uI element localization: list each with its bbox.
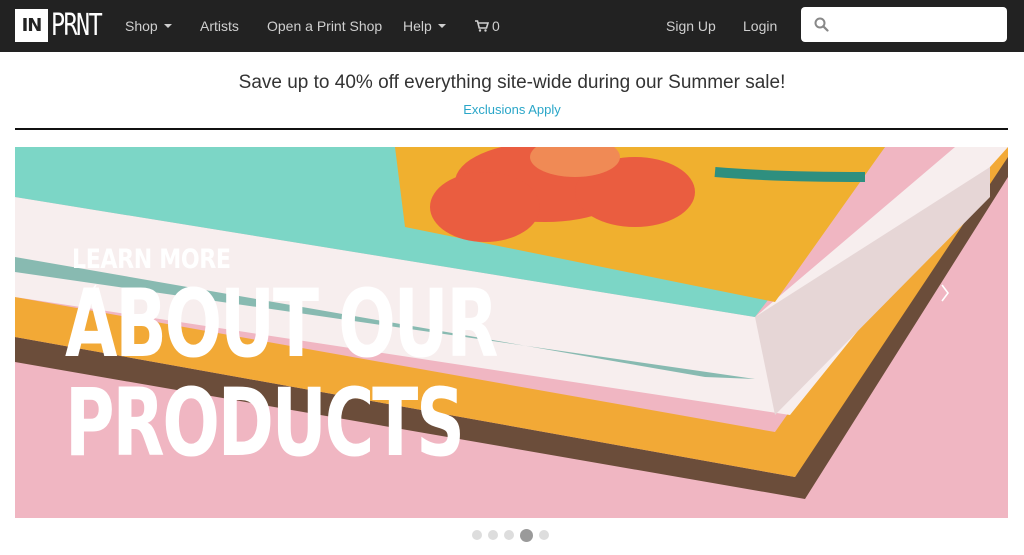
search-icon (814, 17, 829, 32)
promo-banner-text: Save up to 40% off everything site-wide … (238, 72, 786, 93)
nav-login-label: Login (743, 18, 778, 34)
nav-open-print-shop-link[interactable]: Open a Print Shop (267, 0, 382, 52)
nav-help-label: Help (403, 18, 432, 34)
cart-count: 0 (492, 18, 500, 34)
nav-login-link[interactable]: Login (743, 0, 777, 52)
nav-artists-link[interactable]: Artists (200, 0, 239, 52)
nav-artists-label: Artists (200, 18, 239, 34)
nav-cart-link[interactable]: 0 (475, 0, 500, 52)
carousel-dot[interactable] (520, 528, 533, 542)
carousel-dot[interactable] (504, 530, 514, 540)
carousel-indicators (472, 528, 555, 542)
carousel-dot[interactable] (472, 530, 482, 540)
hero-headline-line-2: PRODUCTS (65, 369, 465, 478)
promo-divider (15, 128, 1008, 130)
logo-prnt-text: PRNT (51, 8, 103, 43)
top-navbar: IN PRNT Shop Artists Open a Print Shop H… (0, 0, 1024, 52)
hero-headline-line-1: ABOUT OUR (65, 270, 499, 379)
hero-carousel-slide[interactable]: LEARN MORE ABOUT OUR PRODUCTS (15, 147, 1008, 518)
nav-shop-dropdown[interactable]: Shop (125, 0, 172, 52)
caret-down-icon (437, 24, 446, 28)
nav-open-print-shop-label: Open a Print Shop (267, 18, 383, 34)
carousel-dot[interactable] (488, 530, 498, 540)
site-logo[interactable]: IN PRNT (15, 8, 115, 43)
nav-help-dropdown[interactable]: Help (403, 0, 446, 52)
nav-shop-label: Shop (125, 18, 158, 34)
logo-in-mark: IN (15, 9, 48, 42)
nav-sign-up-label: Sign Up (666, 18, 716, 34)
carousel-dot[interactable] (539, 530, 549, 540)
chevron-right-icon[interactable] (935, 281, 955, 305)
chevron-left-icon[interactable] (83, 281, 103, 305)
nav-sign-up-link[interactable]: Sign Up (666, 0, 716, 52)
cart-icon (475, 20, 489, 32)
exclusions-apply-link[interactable]: Exclusions Apply (0, 102, 1024, 117)
search-input[interactable] (801, 7, 1007, 42)
caret-down-icon (163, 24, 172, 28)
